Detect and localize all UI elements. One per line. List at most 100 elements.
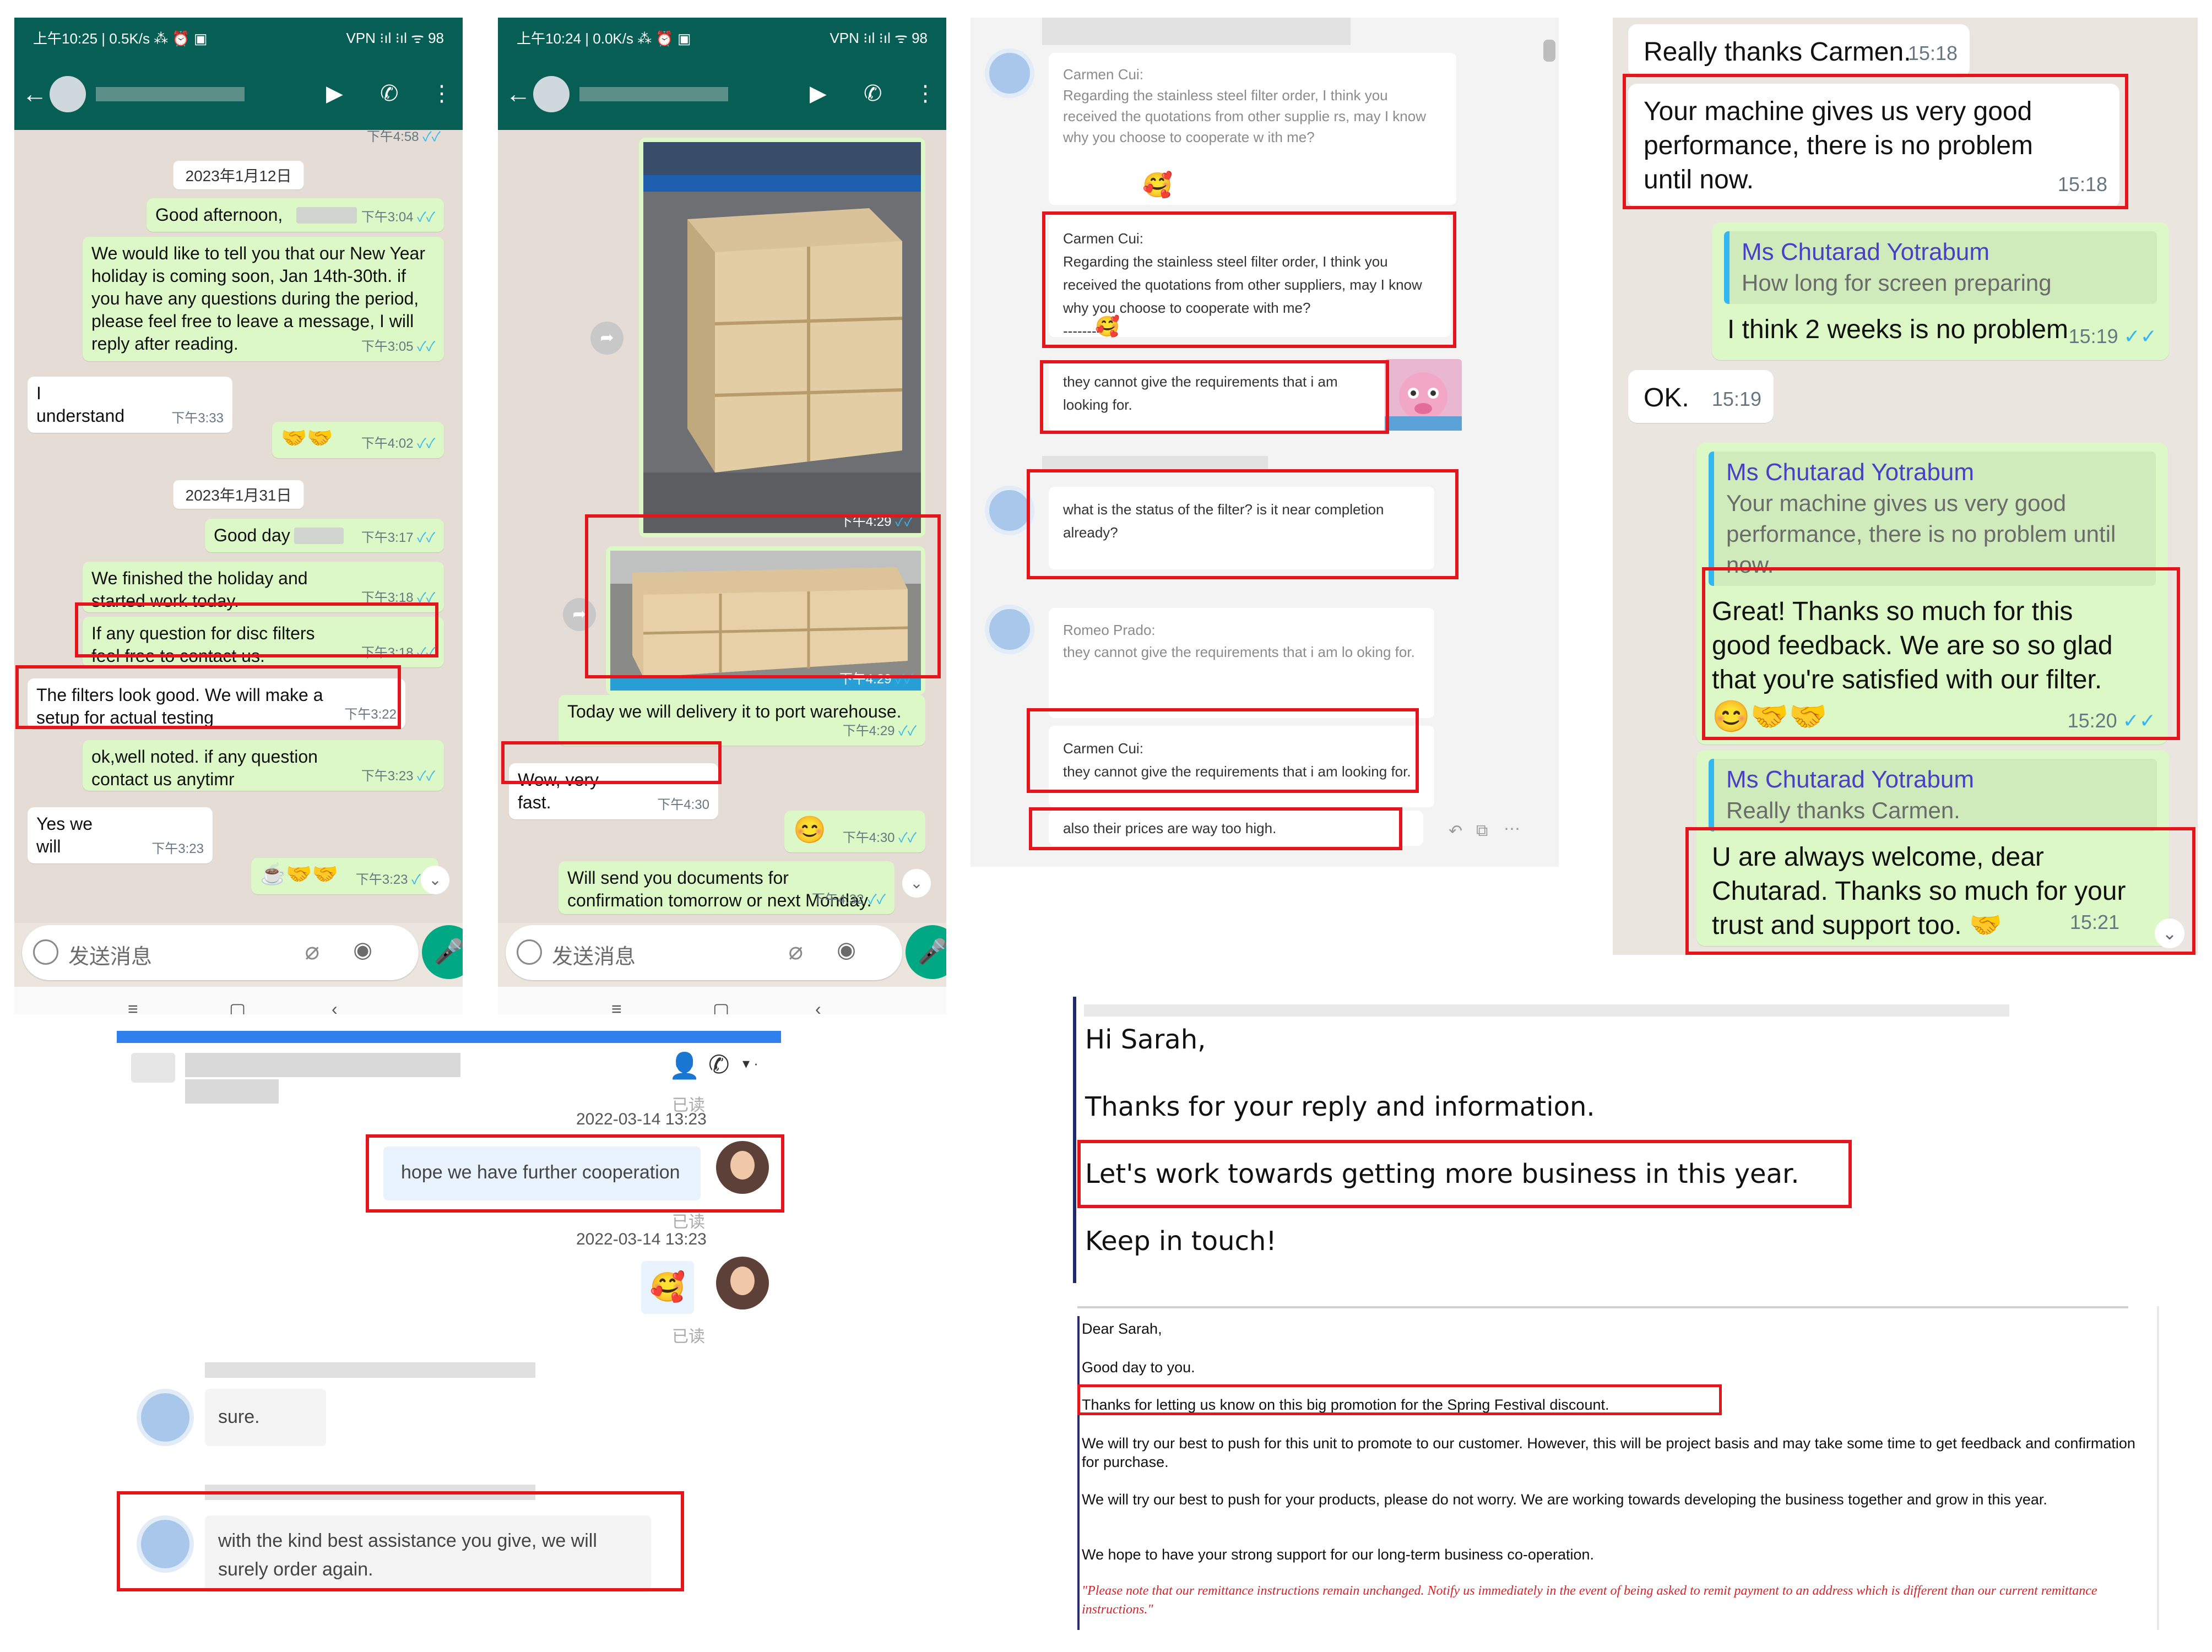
message-bubble[interactable]: Wow, very fast. 下午4:30 [509, 763, 718, 819]
message-text: they cannot give the requirements that i… [1063, 644, 1415, 660]
menu-nav-icon[interactable]: ≡ [611, 999, 622, 1014]
quoted-message[interactable]: Ms Chutarad Yotrabum Really thanks Carmen… [1709, 759, 2157, 832]
divider [2157, 1306, 2159, 1630]
message-bubble[interactable]: hope we have further cooperation [383, 1146, 701, 1200]
status-right: VPN ⁝ıl ⁝ıl ᯤ 98 [346, 30, 444, 46]
video-call-icon[interactable]: ▶ [326, 79, 343, 108]
message-bubble[interactable]: The filters look good. We will make a se… [28, 678, 405, 729]
message-text: Today we will delivery it to port wareho… [567, 702, 902, 721]
scroll-down-button[interactable]: ⌄ [421, 866, 449, 894]
message-input[interactable]: 发送消息 [552, 939, 636, 970]
back-arrow-icon[interactable]: ← [506, 77, 531, 110]
avatar[interactable] [50, 76, 86, 112]
more-options-icon[interactable]: ⋮ [431, 79, 453, 108]
message-bubble[interactable]: Ms Chutarad Yotrabum Really thanks Carmen… [1696, 750, 2169, 946]
emoji-icon[interactable] [33, 939, 58, 965]
phone-call-icon[interactable]: ✆ [864, 79, 882, 108]
avatar[interactable] [533, 76, 570, 112]
message-text: hope we have further cooperation [401, 1162, 680, 1183]
message-card[interactable]: Carmen Cui: they cannot give the require… [1049, 726, 1434, 807]
back-nav-icon[interactable]: ‹ [332, 999, 338, 1014]
phone-call-icon[interactable]: ✆ [380, 79, 399, 108]
contact-name-blurred[interactable] [96, 87, 245, 101]
message-bubble[interactable]: Your machine gives us very good performa… [1628, 84, 2119, 208]
attach-icon[interactable]: ⌀ [305, 937, 320, 965]
forward-icon[interactable]: ➦ [590, 322, 624, 355]
home-nav-icon[interactable]: ▢ [229, 999, 246, 1014]
add-contact-icon[interactable]: 👤 [669, 1051, 700, 1081]
message-card[interactable]: Romeo Prado: they cannot give the requir… [1049, 608, 1434, 718]
message-bubble[interactable]: ok,well noted. if any question contact u… [83, 740, 444, 791]
video-call-icon[interactable]: ▶ [810, 79, 827, 108]
attach-icon[interactable]: ⌀ [789, 937, 804, 965]
camera-icon[interactable]: ◉ [837, 937, 856, 963]
message-bubble[interactable]: ☕🤝🤝 下午3:23 ✓✓ [251, 858, 438, 894]
quoted-message[interactable]: Ms Chutarad Yotrabum Your machine gives u… [1709, 452, 2156, 586]
message-bubble[interactable]: Yes we will 下午3:23 [28, 807, 213, 863]
message-card[interactable]: also their prices are way too high. [1049, 811, 1423, 846]
message-bubble[interactable]: We would like to tell you that our New Y… [83, 237, 444, 361]
forward-icon[interactable]: ➦ [563, 598, 596, 631]
call-dropdown-icon[interactable]: ▾ · [742, 1055, 758, 1072]
quoted-message[interactable]: Ms Chutarad Yotrabum How long for screen … [1724, 231, 2157, 304]
more-icon[interactable]: ⋯ [1504, 819, 1520, 839]
message-bubble[interactable]: Good day 下午3:17 ✓✓ [205, 519, 444, 552]
message-time: 下午4:02 ✓✓ [361, 436, 435, 451]
image-message[interactable]: 下午4:29 ✓✓ [639, 138, 925, 537]
avatar [985, 486, 1034, 535]
status-right: VPN ⁝ıl ⁝ıl ᯤ 98 [829, 30, 928, 46]
mic-button[interactable]: 🎤 [422, 925, 463, 979]
reply-icon[interactable]: ↶ [1449, 822, 1462, 841]
share-icon[interactable]: ⧉ [1476, 822, 1488, 840]
contact-name-blurred[interactable] [579, 87, 728, 101]
message-bubble[interactable]: Will send you documents for confirmation… [559, 861, 894, 914]
message-bubble[interactable]: OK. 15:19 [1628, 370, 1774, 423]
message-text: Your machine gives us very good performa… [1644, 97, 2034, 194]
home-nav-icon[interactable]: ▢ [713, 999, 729, 1014]
message-time: 15:20 ✓✓ [2067, 709, 2156, 732]
message-bubble[interactable]: We finished the holiday and started work… [83, 562, 444, 612]
call-icon[interactable]: ✆ [708, 1050, 730, 1079]
back-nav-icon[interactable]: ‹ [815, 999, 821, 1014]
message-bubble[interactable]: Ms Chutarad Yotrabum Your machine gives u… [1696, 443, 2168, 745]
back-arrow-icon[interactable]: ← [22, 77, 47, 110]
message-bubble[interactable]: Today we will delivery it to port wareho… [559, 695, 925, 746]
message-time: 下午4:29 ✓✓ [839, 672, 913, 687]
message-card[interactable]: they cannot give the requirements that i… [1049, 359, 1385, 431]
message-bubble[interactable]: If any question for disc filters feel fr… [83, 617, 444, 667]
message-bubble[interactable]: Good afternoon, 下午3:04 ✓✓ [147, 198, 444, 232]
message-bubble[interactable]: Really thanks Carmen. 15:18 [1628, 24, 1970, 77]
emoji-icon[interactable] [517, 939, 542, 965]
message-card[interactable]: what is the status of the filter? is it … [1049, 487, 1434, 569]
menu-nav-icon[interactable]: ≡ [128, 999, 138, 1014]
message-text: I think 2 weeks is no problem [1727, 315, 2068, 344]
message-bubble[interactable]: Ms Chutarad Yotrabum How long for screen … [1712, 222, 2169, 360]
sender-name: Romeo Prado: [1063, 622, 1156, 638]
message-bubble[interactable]: with the kind best assistance you give, … [205, 1515, 651, 1593]
more-options-icon[interactable]: ⋮ [914, 79, 936, 108]
scroll-down-button[interactable]: ⌄ [2155, 919, 2184, 948]
message-bubble[interactable]: sure. [205, 1389, 326, 1446]
message-bubble[interactable]: I understand 下午3:33 [28, 377, 232, 433]
read-receipt: 已读 [672, 1213, 705, 1231]
message-bubble[interactable]: 😊 下午4:30 ✓✓ [784, 811, 925, 852]
mic-button[interactable]: 🎤 [906, 925, 946, 979]
message-input[interactable]: 发送消息 [68, 939, 152, 970]
message-text: sure. [218, 1406, 260, 1427]
message-list: 下午4:58 ✓✓ 2023年1月12日 Good afternoon, 下午3:… [14, 129, 463, 923]
date-chip: 2023年1月31日 [173, 480, 304, 509]
message-input-bar[interactable]: 发送消息 ⌀ ◉ [506, 925, 902, 980]
quoted-sender: Ms Chutarad Yotrabum [1726, 459, 1975, 486]
camera-icon[interactable]: ◉ [353, 937, 372, 963]
message-card[interactable]: Carmen Cui: Regarding the stainless stee… [1049, 53, 1456, 205]
scrollbar[interactable] [1543, 40, 1555, 62]
message-input-bar[interactable]: 发送消息 ⌀ ◉ [22, 925, 419, 980]
sender-name: Carmen Cui: [1063, 66, 1143, 83]
sticker-message[interactable]: 🥰 [641, 1261, 694, 1314]
scroll-down-button[interactable]: ⌄ [902, 869, 931, 898]
image-message[interactable]: 下午4:29 ✓✓ [606, 546, 925, 695]
message-text: OK. [1644, 383, 1689, 412]
whatsapp-phone-chat-2: 上午10:24 | 0.0K/s ⁂ ⏰ ▣ VPN ⁝ıl ⁝ıl ᯤ 98 ←… [498, 18, 946, 1014]
top-timestamp: 下午4:58 ✓✓ [366, 129, 441, 144]
message-bubble[interactable]: 🤝🤝 下午4:02 ✓✓ [272, 422, 444, 458]
